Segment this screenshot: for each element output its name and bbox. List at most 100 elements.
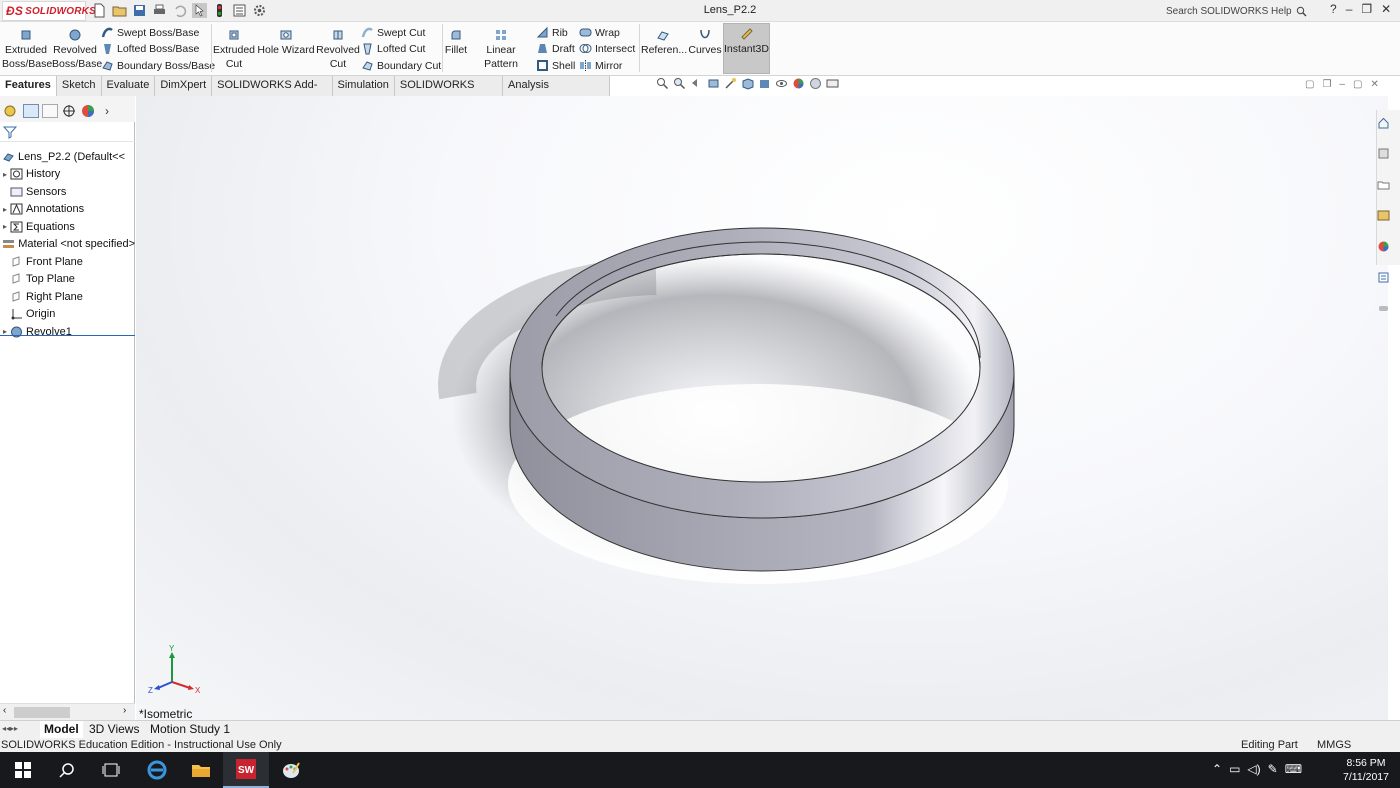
tab-simulation[interactable]: Simulation [332,76,395,96]
custom-properties-icon[interactable] [1377,271,1390,284]
scroll-left-arrow-icon[interactable]: ‹ [3,705,6,716]
solidworks-logo[interactable]: ƉS SOLIDWORKS [2,1,96,21]
section-view-icon[interactable] [707,77,720,90]
tree-item-sensors[interactable]: Sensors [0,183,135,201]
boundary-cut-button[interactable]: Boundary Cut [361,59,441,72]
tab-addins[interactable]: SOLIDWORKS Add-Ins [212,76,333,110]
tree-item-revolve1[interactable]: ▸ Revolve1 [0,323,135,341]
horizontal-scrollbar[interactable]: ‹ › [0,703,135,720]
resources-icon[interactable] [1377,147,1390,160]
network-icon[interactable]: ▭ [1229,762,1240,776]
solidworks-taskbar-button[interactable]: SW [223,752,269,788]
tab-evaluate[interactable]: Evaluate [101,76,156,96]
tree-item-history[interactable]: ▸ History [0,166,135,184]
edge-browser-button[interactable] [134,752,180,788]
boundary-boss-button[interactable]: Boundary Boss/Base [101,59,215,72]
pen-icon[interactable]: ✎ [1268,762,1278,776]
tree-item-front-plane[interactable]: Front Plane [0,253,135,271]
filter-icon[interactable] [3,125,17,139]
viewport-restore-button[interactable]: ❐ [1322,79,1331,90]
linear-pattern-button[interactable]: Linear Pattern [469,26,533,71]
tab-analysis-preparation[interactable]: Analysis Preparation [503,76,610,110]
revolved-boss-button[interactable]: Revolved Boss/Base [52,26,102,71]
expand-arrow-icon[interactable]: ▸ [0,205,10,214]
paint-app-button[interactable] [268,752,314,788]
volume-icon[interactable]: ◁) [1247,762,1260,776]
design-library-icon[interactable] [1377,178,1390,191]
lofted-boss-button[interactable]: Lofted Boss/Base [101,42,199,55]
tree-item-equations[interactable]: ▸ Equations [0,218,135,236]
hole-wizard-button[interactable]: Hole Wizard [256,26,316,57]
search-icon[interactable] [1296,6,1307,17]
print-icon[interactable] [152,3,167,18]
apply-scene-icon[interactable] [809,77,822,90]
save-icon[interactable] [132,3,147,18]
tree-item-top-plane[interactable]: Top Plane [0,271,135,289]
lofted-cut-button[interactable]: Lofted Cut [361,42,425,55]
help-question-icon[interactable]: ? [1330,2,1337,16]
tree-item-material[interactable]: Material <not specified> [0,236,135,254]
reference-geometry-button[interactable]: Referen... [641,26,687,57]
view-orientation-icon[interactable] [741,77,754,90]
forum-icon[interactable] [1377,302,1390,315]
search-taskbar-button[interactable] [44,752,90,788]
hide-show-items-icon[interactable] [775,77,788,90]
viewport-maximize-button[interactable]: ▢ [1353,79,1362,90]
new-document-icon[interactable] [92,3,107,18]
file-explorer-icon[interactable] [1377,209,1390,222]
rib-button[interactable]: Rib [536,26,568,39]
undo-icon[interactable] [172,3,187,18]
tab-3d-views[interactable]: 3D Views [85,721,143,739]
property-manager-tab[interactable] [23,104,39,118]
intersect-button[interactable]: Intersect [579,42,635,55]
appearances-icon[interactable] [1377,240,1390,253]
edit-appearance-icon[interactable] [792,77,805,90]
file-properties-icon[interactable] [232,3,247,18]
feature-manager-tab[interactable] [4,104,20,118]
rebuild-icon[interactable] [212,3,227,18]
close-window-button[interactable]: ✕ [1381,2,1391,16]
help-search-input[interactable]: Search SOLIDWORKS Help [1166,3,1326,19]
home-icon[interactable] [1377,116,1390,129]
zoom-to-area-icon[interactable] [673,77,686,90]
extruded-cut-button[interactable]: Extruded Cut [213,26,255,71]
graphics-viewport[interactable]: Y X Z [136,96,1388,720]
minimize-window-button[interactable]: – [1346,2,1353,16]
mirror-button[interactable]: Mirror [579,59,622,72]
tree-item-annotations[interactable]: ▸ Annotations [0,201,135,219]
expand-arrow-icon[interactable]: ▸ [0,170,10,179]
options-gear-icon[interactable] [252,3,267,18]
tab-model[interactable]: Model [40,721,83,739]
model-ring[interactable] [136,96,1388,720]
view-settings-icon[interactable] [826,77,839,90]
tree-item-right-plane[interactable]: Right Plane [0,288,135,306]
taskbar-clock[interactable]: 8:56 PM 7/11/2017 [1338,756,1394,784]
tab-features[interactable]: Features [0,76,57,96]
configuration-manager-tab[interactable] [42,104,58,118]
display-style-icon[interactable] [758,77,771,90]
open-folder-icon[interactable] [112,3,127,18]
viewport-tile-button[interactable]: ▢ [1305,79,1314,90]
swept-cut-button[interactable]: Swept Cut [361,26,425,39]
start-button[interactable] [0,752,46,788]
task-view-button[interactable] [88,752,134,788]
extruded-boss-button[interactable]: Extruded Boss/Base [2,26,52,71]
previous-view-icon[interactable] [690,77,703,90]
expand-arrow-icon[interactable]: ▸ [0,222,10,231]
viewport-close-button[interactable]: ✕ [1370,79,1378,90]
tab-scroll-arrows-icon[interactable]: ◂◂▸▸ [2,724,18,733]
instant3d-button[interactable]: Instant3D [723,23,770,74]
draft-button[interactable]: Draft [536,42,575,55]
units-selector[interactable]: MMGS [1317,739,1351,751]
tree-item-origin[interactable]: Origin [0,306,135,324]
select-arrow-icon[interactable] [192,3,207,18]
tree-root-part[interactable]: Lens_P2.2 (Default<< [2,148,135,166]
restore-window-button[interactable]: ❐ [1361,2,1372,16]
revolved-cut-button[interactable]: Revolved Cut [316,26,360,71]
tree-filter-row[interactable] [0,122,135,142]
tab-dimxpert[interactable]: DimXpert [155,76,213,96]
fillet-button[interactable]: Fillet [444,26,468,57]
swept-boss-button[interactable]: Swept Boss/Base [101,26,199,39]
curves-button[interactable]: Curves [687,26,723,57]
tab-mbd[interactable]: SOLIDWORKS MBD [394,76,503,110]
